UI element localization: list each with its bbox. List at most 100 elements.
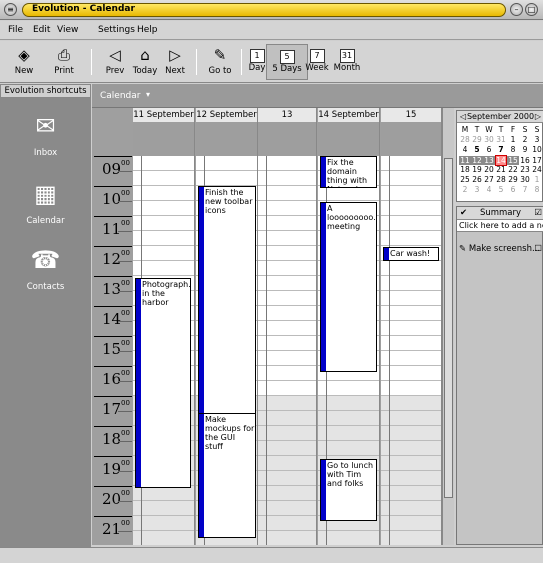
mini-day[interactable]: 31 <box>495 135 507 144</box>
day-header[interactable]: 12 September <box>196 108 258 122</box>
mini-day[interactable]: 18 <box>459 165 471 174</box>
mini-day[interactable]: 8 <box>531 185 543 194</box>
mini-day[interactable]: 3 <box>471 185 483 194</box>
mini-day[interactable]: 3 <box>531 135 543 144</box>
menu-help[interactable]: Help <box>137 25 158 35</box>
time-slot[interactable] <box>381 321 441 336</box>
all-day-area[interactable] <box>258 122 317 156</box>
time-slot[interactable] <box>318 381 379 396</box>
mini-day[interactable]: 30 <box>483 135 495 144</box>
mini-day[interactable]: 17 <box>531 156 543 165</box>
maximize-icon[interactable]: □ <box>525 3 538 16</box>
day-header[interactable]: 11 September <box>133 108 195 122</box>
time-slot[interactable] <box>133 486 194 501</box>
menu-settings[interactable]: Settings <box>98 25 135 35</box>
time-slot[interactable] <box>381 456 441 471</box>
time-slot[interactable] <box>133 246 194 261</box>
time-slot[interactable] <box>133 156 194 171</box>
time-slot[interactable] <box>381 411 441 426</box>
mini-day[interactable]: 27 <box>483 175 495 184</box>
mini-day[interactable]: 16 <box>519 156 531 165</box>
time-slot[interactable] <box>381 336 441 351</box>
mini-day[interactable]: 1 <box>531 175 543 184</box>
mini-day[interactable]: 24 <box>531 165 543 174</box>
time-slot[interactable] <box>318 411 379 426</box>
mini-day[interactable]: 26 <box>471 175 483 184</box>
mini-day[interactable]: 12 <box>471 156 483 165</box>
day-header[interactable]: 15 September <box>381 108 442 134</box>
time-slot[interactable] <box>381 486 441 501</box>
time-slot[interactable] <box>318 531 379 545</box>
time-slot[interactable] <box>196 171 257 186</box>
mini-day[interactable]: 25 <box>459 175 471 184</box>
time-slot[interactable] <box>133 231 194 246</box>
time-slot[interactable] <box>381 201 441 216</box>
mini-day[interactable]: 4 <box>459 145 471 154</box>
mini-day[interactable]: 21 <box>495 165 507 174</box>
day-header[interactable]: 14 September <box>318 108 380 122</box>
shortcut-inbox[interactable]: ✉ Inbox <box>0 110 91 158</box>
time-slot[interactable] <box>318 441 379 456</box>
task-item[interactable]: ✎ Make screensh... ☐ <box>457 244 543 256</box>
time-slot[interactable] <box>381 306 441 321</box>
day-column[interactable] <box>381 156 442 545</box>
mini-day[interactable]: 13 <box>483 156 495 165</box>
menu-edit[interactable]: Edit <box>33 25 50 35</box>
time-slot[interactable] <box>381 291 441 306</box>
time-slot[interactable] <box>133 516 194 531</box>
menu-file[interactable]: File <box>8 25 23 35</box>
event-item[interactable]: Car wash! <box>383 247 439 261</box>
all-day-area[interactable] <box>133 122 195 156</box>
time-slot[interactable] <box>133 201 194 216</box>
mini-next-icon[interactable]: ▷ <box>535 111 541 122</box>
time-slot[interactable] <box>381 381 441 396</box>
mini-day[interactable]: 28 <box>459 135 471 144</box>
new-task-input[interactable]: Click here to add a new task <box>457 220 543 232</box>
mini-day[interactable]: 4 <box>483 185 495 194</box>
task-summary-header[interactable]: ✔ Summary ☑ <box>457 207 543 220</box>
event-item[interactable]: Go to lunch with Tim and folks <box>320 459 377 521</box>
mini-day[interactable]: 29 <box>507 175 519 184</box>
shortcut-contacts[interactable]: ☎ Contacts <box>0 244 91 292</box>
time-slot[interactable] <box>381 351 441 366</box>
mini-day[interactable]: 30 <box>519 175 531 184</box>
mini-day[interactable]: 2 <box>459 185 471 194</box>
time-slot[interactable] <box>318 426 379 441</box>
event-item[interactable]: Fix the domain thing with Network <box>320 156 377 188</box>
mini-day[interactable]: 23 <box>519 165 531 174</box>
mini-prev-icon[interactable]: ◁ <box>460 111 466 122</box>
time-slot[interactable] <box>381 156 441 171</box>
time-slot[interactable] <box>381 501 441 516</box>
mini-day[interactable]: 8 <box>507 145 519 154</box>
all-day-area[interactable] <box>196 122 258 156</box>
time-slot[interactable] <box>133 261 194 276</box>
menu-view[interactable]: View <box>57 25 78 35</box>
event-item[interactable]: Photograph... in the harbor <box>135 278 191 488</box>
vertical-scrollbar[interactable] <box>442 108 454 545</box>
day-column[interactable] <box>258 156 317 545</box>
time-slot[interactable] <box>381 516 441 531</box>
time-slot[interactable] <box>381 441 441 456</box>
time-slot[interactable] <box>133 171 194 186</box>
mini-day[interactable]: 20 <box>483 165 495 174</box>
shortcut-calendar[interactable]: ▦ Calendar <box>0 178 91 226</box>
time-slot[interactable] <box>133 531 194 545</box>
month-button[interactable]: 31 Month <box>326 44 368 80</box>
time-slot[interactable] <box>133 501 194 516</box>
event-item[interactable]: A looooooooo... meeting <box>320 202 377 372</box>
event-item[interactable]: Make mockups for the GUI stuff <box>198 413 256 538</box>
goto-button[interactable]: ✎ Go to <box>199 44 241 80</box>
time-slot[interactable] <box>381 426 441 441</box>
mini-day[interactable]: 5 <box>495 185 507 194</box>
scrollbar-thumb[interactable] <box>444 158 453 498</box>
mini-day[interactable]: 5 <box>471 145 483 154</box>
mini-day[interactable]: 15 <box>507 156 519 165</box>
time-slot[interactable] <box>381 471 441 486</box>
chevron-down-icon[interactable]: ▾ <box>146 90 150 99</box>
new-button[interactable]: ◈ New <box>3 44 45 80</box>
mini-day[interactable]: 2 <box>519 135 531 144</box>
time-slot[interactable] <box>133 186 194 201</box>
mini-day[interactable]: 7 <box>519 185 531 194</box>
mini-day[interactable]: 29 <box>471 135 483 144</box>
all-day-area[interactable] <box>318 122 380 156</box>
